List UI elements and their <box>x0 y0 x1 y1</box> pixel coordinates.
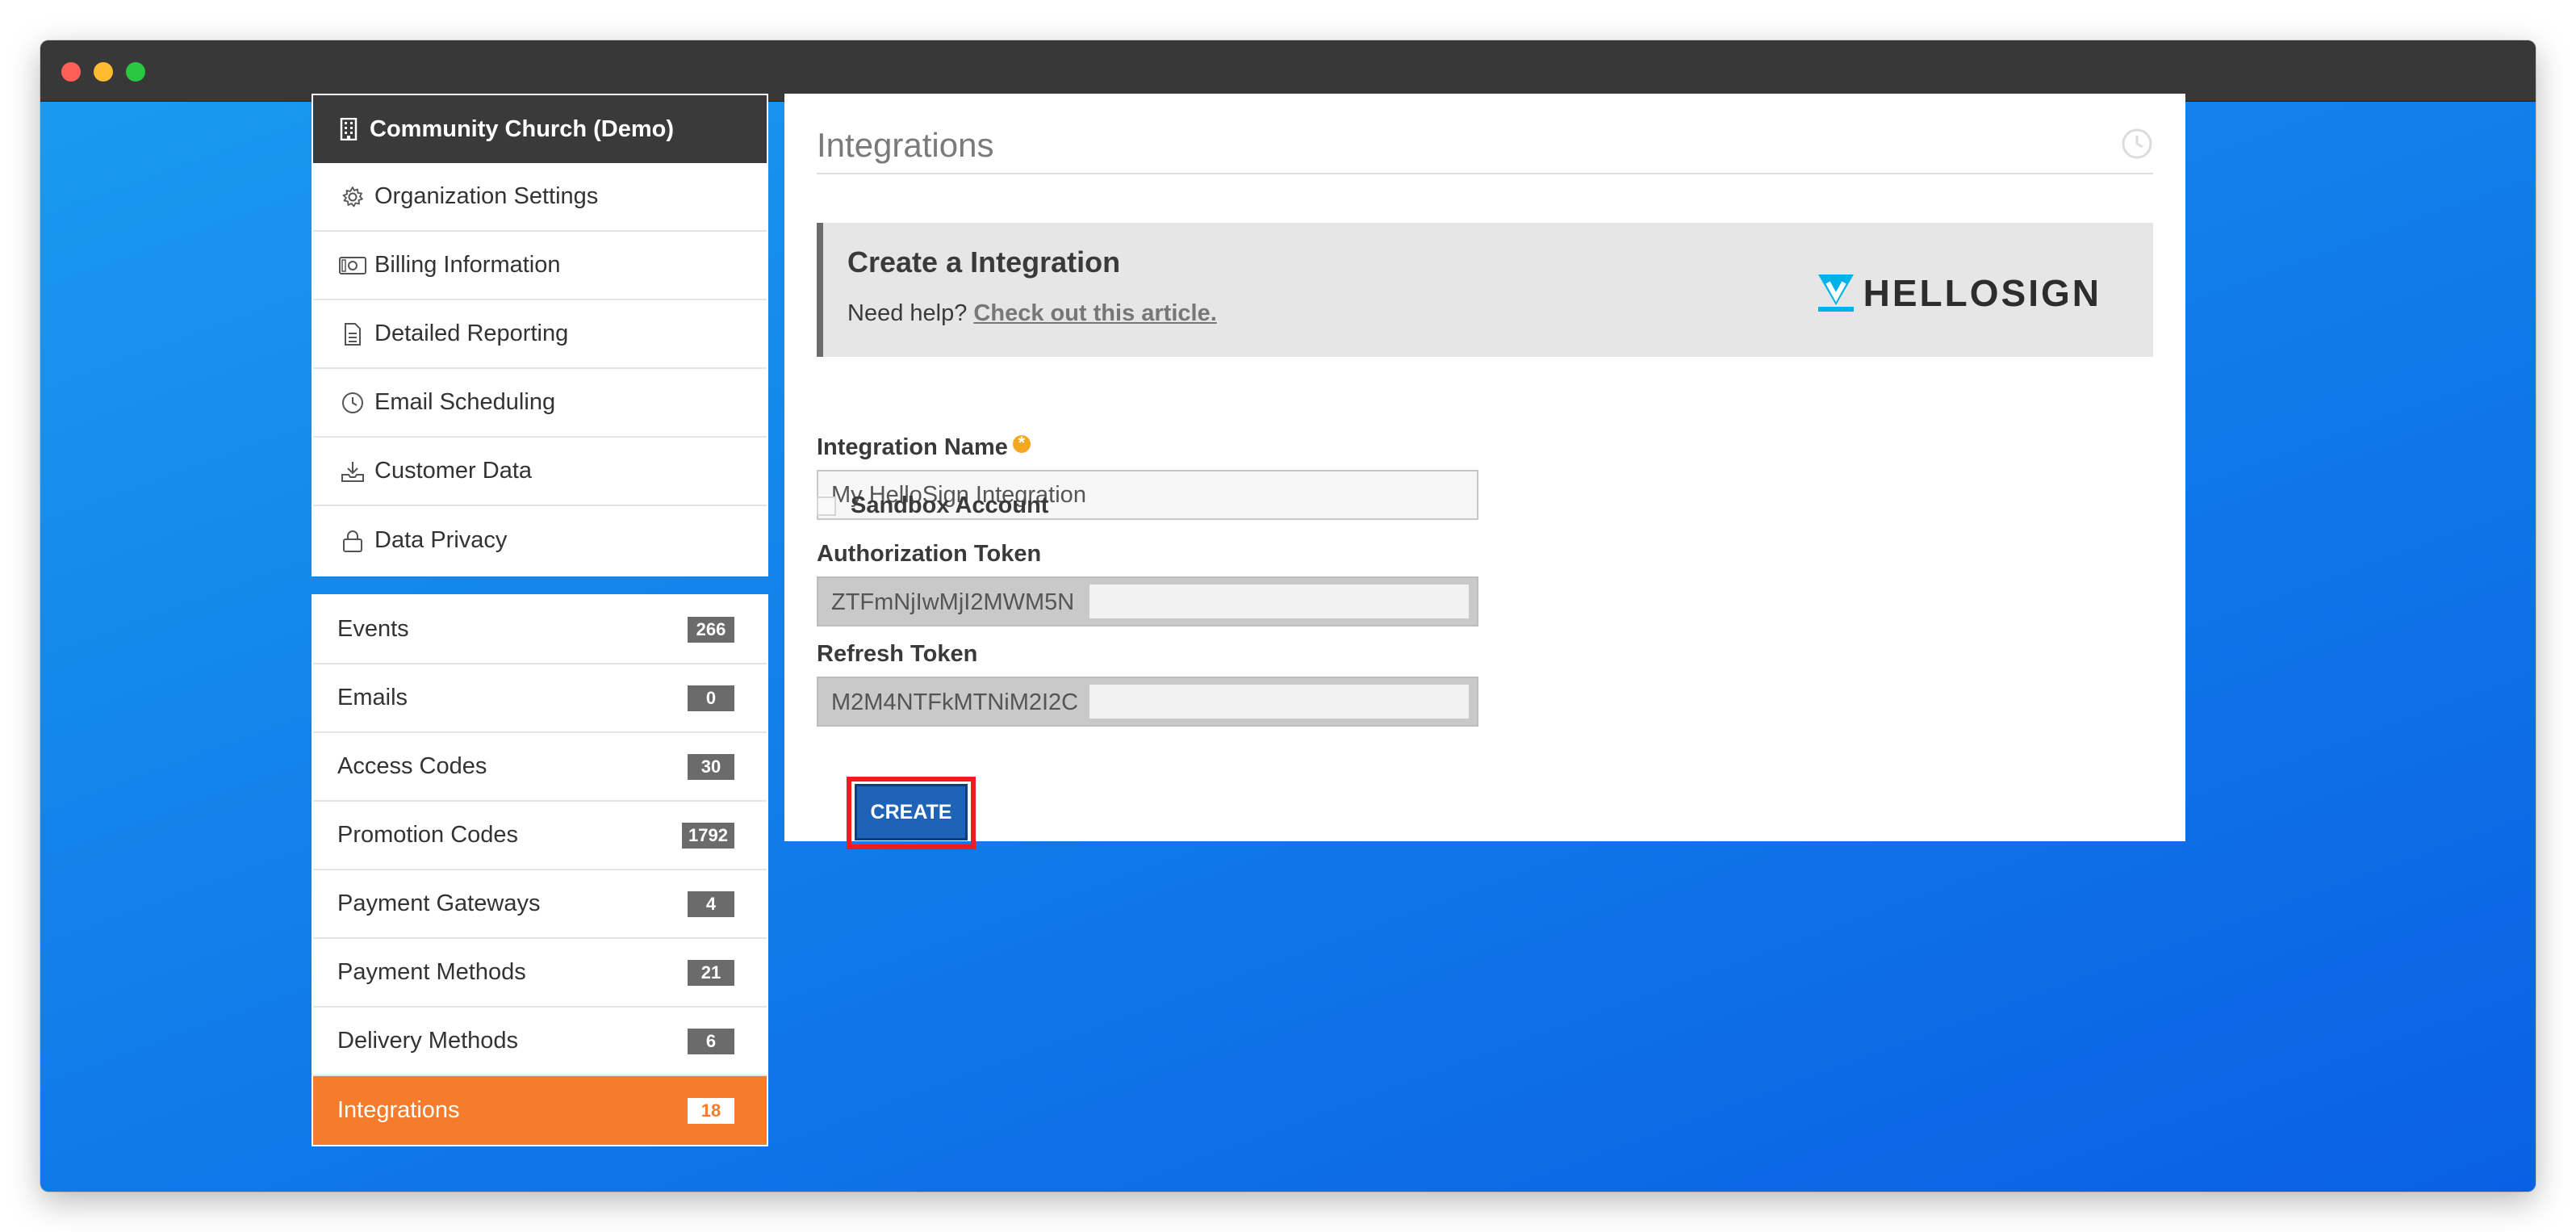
authorization-token-value: ZTFmNjIwMjI2MWM5N <box>831 589 1075 615</box>
gear-icon <box>339 186 366 208</box>
help-text: Need help? Check out this article. <box>847 300 1217 327</box>
main-panel: Integrations Create a Integration Need h… <box>784 94 2185 841</box>
sidebar-item-integrations[interactable]: Integrations 18 <box>313 1076 767 1145</box>
org-name: Community Church (Demo) <box>370 115 674 142</box>
banner-title: Create a Integration <box>847 245 1121 279</box>
document-icon <box>339 322 366 346</box>
page-title: Integrations <box>817 126 2153 174</box>
sidebar-item-label: Emails <box>337 685 408 710</box>
sidebar-item-access-codes[interactable]: Access Codes 30 <box>313 733 767 802</box>
title-bar <box>40 40 2536 102</box>
count-badge: 21 <box>688 959 734 986</box>
sidebar-item-payment-methods[interactable]: Payment Methods 21 <box>313 939 767 1008</box>
sidebar-item-label: Email Scheduling <box>374 389 556 415</box>
sidebar-item-label: Detailed Reporting <box>374 321 569 346</box>
history-clock-icon[interactable] <box>2121 128 2153 164</box>
integration-name-label-text: Integration Name <box>817 434 1008 460</box>
lock-icon <box>339 529 366 553</box>
sidebar-item-label: Payment Gateways <box>337 890 541 916</box>
sidebar-item-emails[interactable]: Emails 0 <box>313 664 767 733</box>
count-badge: 30 <box>688 753 734 780</box>
sidebar-item-email-scheduling[interactable]: Email Scheduling <box>313 369 767 438</box>
hellosign-logo: HELLOSIGN <box>1817 271 2101 315</box>
sidebar-item-customer-data[interactable]: Customer Data <box>313 438 767 506</box>
count-badge: 266 <box>688 616 734 643</box>
sandbox-account-row: Sandbox Account <box>817 492 1048 519</box>
sidebar-item-delivery-methods[interactable]: Delivery Methods 6 <box>313 1008 767 1076</box>
sidebar-item-label: Organization Settings <box>374 183 599 209</box>
integration-name-label: Integration Name <box>817 433 1031 461</box>
refresh-token-value: M2M4NTFkMTNiM2I2C <box>831 689 1079 715</box>
authorization-token-field[interactable]: ZTFmNjIwMjI2MWM5N <box>817 576 1478 626</box>
sidebar-item-label: Data Privacy <box>374 527 508 553</box>
money-icon <box>339 256 366 274</box>
count-badge: 6 <box>688 1028 734 1054</box>
sidebar-item-organization-settings[interactable]: Organization Settings <box>313 163 767 232</box>
sidebar-item-label: Delivery Methods <box>337 1028 519 1054</box>
sidebar-item-label: Payment Methods <box>337 959 526 985</box>
organization-menu: Community Church (Demo) Organization Set… <box>312 94 768 576</box>
sidebar-item-data-privacy[interactable]: Data Privacy <box>313 506 767 575</box>
authorization-token-label: Authorization Token <box>817 541 1042 567</box>
minimize-window-button[interactable] <box>94 62 113 82</box>
help-article-link[interactable]: Check out this article. <box>973 300 1216 326</box>
create-button[interactable]: CREATE <box>855 784 968 840</box>
sidebar-item-label: Events <box>337 616 409 642</box>
sidebar-item-promotion-codes[interactable]: Promotion Codes 1792 <box>313 802 767 870</box>
sidebar-item-label: Access Codes <box>337 753 487 779</box>
maximize-window-button[interactable] <box>126 62 145 82</box>
clock-icon <box>339 392 366 414</box>
hellosign-wordmark: HELLOSIGN <box>1863 272 2101 314</box>
sandbox-account-label: Sandbox Account <box>851 492 1049 518</box>
refresh-token-field[interactable]: M2M4NTFkMTNiM2I2C <box>817 677 1478 727</box>
sidebar-item-label: Billing Information <box>374 252 561 278</box>
sidebar-item-billing-information[interactable]: Billing Information <box>313 232 767 300</box>
refresh-token-label: Refresh Token <box>817 641 978 667</box>
required-icon <box>1012 433 1031 454</box>
redaction-mask <box>1089 585 1469 618</box>
sidebar-item-payment-gateways[interactable]: Payment Gateways 4 <box>313 870 767 939</box>
count-badge: 0 <box>688 685 734 711</box>
sidebar-item-events[interactable]: Events 266 <box>313 596 767 664</box>
help-prefix: Need help? <box>847 300 968 326</box>
sidebar-item-label: Integrations <box>337 1097 460 1123</box>
sidebar-item-label: Promotion Codes <box>337 822 519 848</box>
hellosign-check-icon <box>1817 274 1854 312</box>
sidebar-item-label: Customer Data <box>374 458 533 484</box>
sidebar-item-detailed-reporting[interactable]: Detailed Reporting <box>313 300 767 369</box>
count-badge: 4 <box>688 890 734 917</box>
org-header[interactable]: Community Church (Demo) <box>313 95 767 163</box>
close-window-button[interactable] <box>61 62 81 82</box>
download-icon <box>339 460 366 483</box>
redaction-mask <box>1089 685 1469 719</box>
create-integration-banner: Create a Integration Need help? Check ou… <box>817 223 2153 357</box>
resources-menu: Events 266 Emails 0 Access Codes 30 Prom… <box>312 594 768 1146</box>
building-icon <box>339 118 358 140</box>
count-badge: 1792 <box>682 822 734 849</box>
sandbox-account-checkbox[interactable] <box>817 496 836 516</box>
count-badge: 18 <box>688 1097 734 1124</box>
